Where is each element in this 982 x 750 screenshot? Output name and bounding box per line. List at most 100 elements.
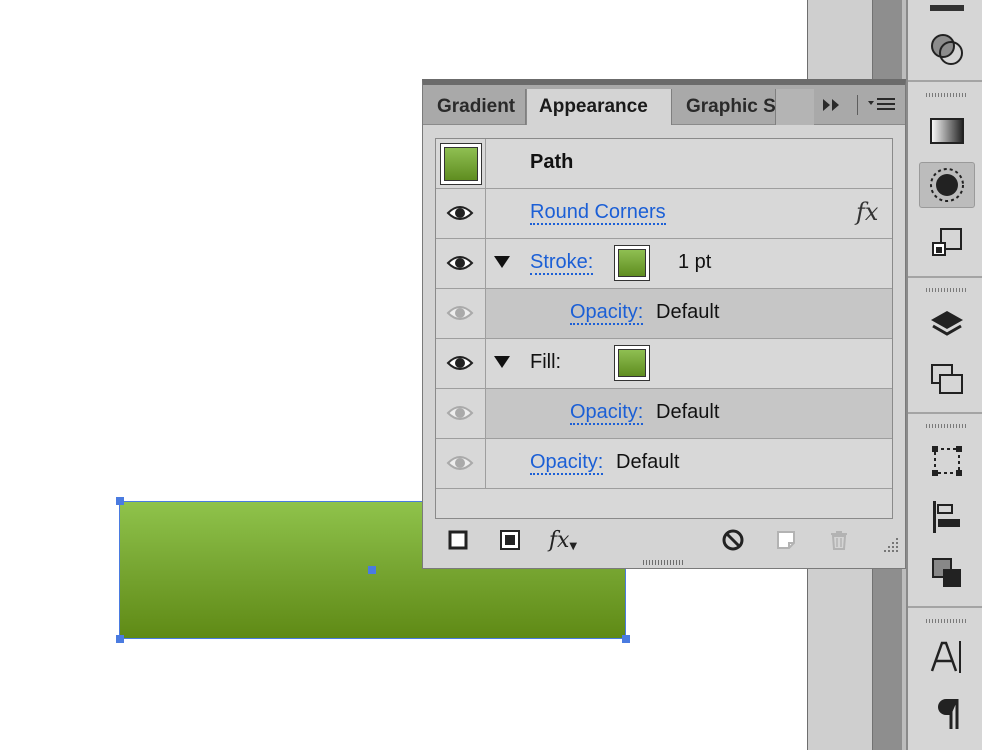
appearance-row-effect[interactable]: Round Corners fx bbox=[436, 189, 892, 239]
stroke-opacity-link[interactable]: Opacity: bbox=[570, 301, 644, 325]
align-panel-button[interactable] bbox=[919, 494, 975, 540]
panel-tab-bar: Gradient Appearance Graphic Styles bbox=[423, 85, 905, 125]
artboards-panel-button[interactable] bbox=[919, 356, 975, 402]
appearance-row-object[interactable]: Path bbox=[436, 139, 892, 189]
layers-icon bbox=[931, 311, 963, 336]
trash-icon bbox=[831, 531, 847, 550]
object-opacity-link[interactable]: Opacity: bbox=[530, 451, 604, 475]
appearance-row-stroke-opacity[interactable]: Opacity: Default bbox=[436, 289, 892, 339]
toolbar-grip[interactable] bbox=[926, 93, 966, 97]
gradient-icon bbox=[930, 118, 964, 144]
add-stroke-icon bbox=[448, 530, 468, 550]
toolbar-separator bbox=[908, 80, 982, 82]
object-thumbnail bbox=[440, 143, 482, 185]
character-panel-button[interactable] bbox=[919, 634, 975, 680]
selection-center-point[interactable] bbox=[368, 566, 376, 574]
appearance-row-object-opacity[interactable]: Opacity: Default bbox=[436, 439, 892, 489]
stroke-weight-value[interactable]: 1 pt bbox=[678, 251, 711, 274]
tab-overflow-area bbox=[776, 89, 814, 125]
stroke-swatch[interactable] bbox=[614, 245, 650, 281]
delete-item-button[interactable] bbox=[826, 527, 852, 553]
appearance-panel-button[interactable] bbox=[919, 162, 975, 208]
pathfinder-icon bbox=[931, 34, 963, 65]
transform-icon bbox=[932, 228, 962, 256]
pathfinder-panel-button[interactable] bbox=[919, 26, 975, 72]
object-thumbnail-cell bbox=[436, 139, 486, 188]
fill-opacity-link[interactable]: Opacity: bbox=[570, 401, 644, 425]
visibility-cell bbox=[436, 389, 486, 438]
eye-icon[interactable] bbox=[446, 353, 474, 373]
top-cut-tool[interactable] bbox=[919, 0, 975, 22]
clear-appearance-button[interactable] bbox=[720, 527, 746, 553]
appearance-row-fill-opacity[interactable]: Opacity: Default bbox=[436, 389, 892, 439]
eye-icon[interactable] bbox=[446, 253, 474, 273]
eye-icon-disabled[interactable] bbox=[446, 453, 474, 473]
effect-link[interactable]: Round Corners bbox=[530, 201, 666, 225]
pathfinder-shapes-panel-button[interactable] bbox=[919, 550, 975, 596]
panel-menu-button[interactable] bbox=[867, 95, 897, 115]
visibility-cell bbox=[436, 439, 486, 488]
object-opacity-value: Default bbox=[616, 451, 680, 473]
fill-swatch[interactable] bbox=[614, 345, 650, 381]
eye-icon-disabled[interactable] bbox=[446, 303, 474, 323]
panel-icon-toolbar bbox=[906, 0, 982, 750]
add-new-fill-button[interactable] bbox=[497, 527, 523, 553]
appearance-row-stroke[interactable]: Stroke: 1 pt bbox=[436, 239, 892, 289]
add-new-effect-button[interactable]: fx ▼ bbox=[543, 527, 583, 553]
duplicate-item-button[interactable] bbox=[773, 527, 799, 553]
fx-icon[interactable]: fx bbox=[856, 198, 878, 226]
toolbar-separator bbox=[908, 412, 982, 414]
selection-handle-bottom-left[interactable] bbox=[116, 635, 124, 643]
visibility-cell bbox=[436, 289, 486, 338]
tab-graphic-styles[interactable]: Graphic Styles bbox=[672, 89, 776, 125]
visibility-cell bbox=[436, 339, 486, 388]
fill-label: Fill: bbox=[530, 351, 562, 373]
eye-icon[interactable] bbox=[446, 203, 474, 223]
add-new-stroke-button[interactable] bbox=[445, 527, 471, 553]
pathfinder-shapes-icon bbox=[932, 558, 961, 587]
paragraph-panel-button[interactable] bbox=[919, 690, 975, 736]
transform-bounds-panel-button[interactable] bbox=[919, 438, 975, 484]
transform-panel-button[interactable] bbox=[919, 220, 975, 266]
artboards-icon bbox=[931, 364, 963, 394]
panel-menu-icon bbox=[868, 98, 895, 110]
selection-handle-top-left[interactable] bbox=[116, 497, 124, 505]
toolbar-grip[interactable] bbox=[926, 424, 966, 428]
disclosure-triangle-icon[interactable] bbox=[494, 356, 510, 368]
tabs-overflow-button[interactable] bbox=[821, 97, 843, 118]
fx-menu-icon: fx bbox=[548, 527, 570, 553]
panel-resize-corner[interactable] bbox=[881, 535, 899, 553]
appearance-icon bbox=[930, 168, 964, 202]
double-chevron-right-icon bbox=[823, 99, 839, 111]
appearance-panel: Gradient Appearance Graphic Styles Path bbox=[422, 79, 906, 569]
paragraph-icon bbox=[938, 699, 959, 729]
visibility-cell bbox=[436, 239, 486, 288]
panel-footer: fx ▼ bbox=[423, 525, 905, 553]
toolbar-grip[interactable] bbox=[926, 288, 966, 292]
tab-appearance[interactable]: Appearance bbox=[526, 89, 672, 125]
align-icon bbox=[933, 501, 960, 533]
appearance-row-fill[interactable]: Fill: bbox=[436, 339, 892, 389]
disclosure-triangle-icon[interactable] bbox=[494, 256, 510, 268]
object-type-label: Path bbox=[530, 151, 574, 173]
no-sign-icon bbox=[722, 529, 744, 551]
character-icon bbox=[930, 641, 961, 673]
stroke-link[interactable]: Stroke: bbox=[530, 251, 594, 275]
layers-panel-button[interactable] bbox=[919, 302, 975, 348]
tabbar-divider bbox=[857, 95, 858, 115]
toolbar-grip[interactable] bbox=[926, 619, 966, 623]
eye-icon-disabled[interactable] bbox=[446, 403, 474, 423]
duplicate-icon bbox=[777, 531, 795, 549]
tab-gradient[interactable]: Gradient bbox=[423, 89, 526, 125]
toolbar-separator bbox=[908, 276, 982, 278]
add-fill-icon bbox=[500, 530, 520, 550]
fill-opacity-value: Default bbox=[656, 401, 720, 423]
resize-grip-icon bbox=[884, 538, 898, 552]
stroke-opacity-value: Default bbox=[656, 301, 720, 323]
transform-bounds-icon bbox=[932, 446, 962, 476]
visibility-cell bbox=[436, 189, 486, 238]
appearance-attributes-list: Path Round Corners fx Stroke: 1 pt Opaci… bbox=[435, 138, 893, 519]
selection-handle-bottom-right[interactable] bbox=[622, 635, 630, 643]
gradient-panel-button[interactable] bbox=[919, 108, 975, 154]
panel-resize-grip[interactable] bbox=[643, 560, 683, 565]
